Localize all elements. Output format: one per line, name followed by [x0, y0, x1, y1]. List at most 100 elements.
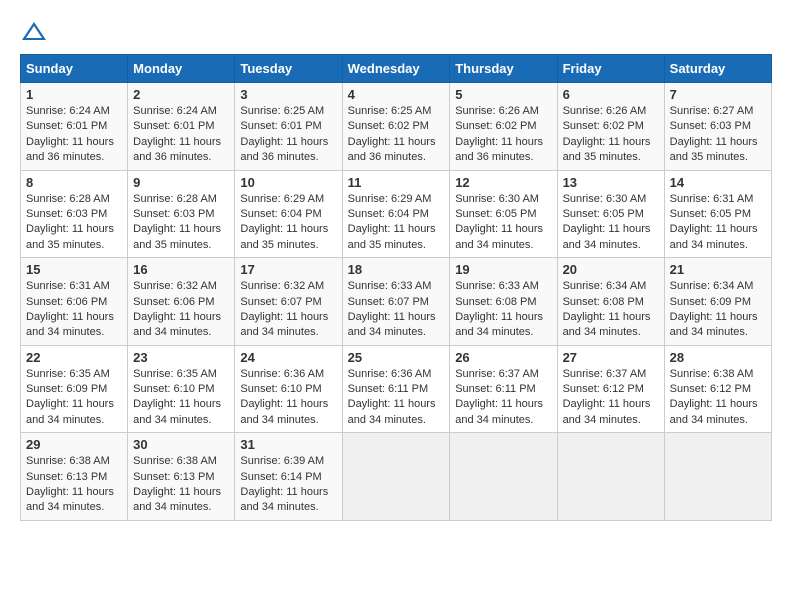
day-number: 19: [455, 262, 551, 277]
day-info: Sunrise: 6:38 AMSunset: 6:13 PMDaylight:…: [26, 454, 122, 516]
logo-icon: [20, 20, 48, 44]
calendar-body: 1 Sunrise: 6:24 AMSunset: 6:01 PMDaylight…: [21, 83, 772, 521]
calendar-cell: 1 Sunrise: 6:24 AMSunset: 6:01 PMDaylight…: [21, 83, 128, 171]
day-number: 11: [348, 175, 445, 190]
day-number: 24: [240, 350, 336, 365]
calendar-cell: 22 Sunrise: 6:35 AMSunset: 6:09 PMDayligh…: [21, 345, 128, 433]
calendar-cell: 5 Sunrise: 6:26 AMSunset: 6:02 PMDaylight…: [450, 83, 557, 171]
calendar-cell: 26 Sunrise: 6:37 AMSunset: 6:11 PMDayligh…: [450, 345, 557, 433]
day-number: 1: [26, 87, 122, 102]
weekday-header-row: SundayMondayTuesdayWednesdayThursdayFrid…: [21, 55, 772, 83]
day-info: Sunrise: 6:28 AMSunset: 6:03 PMDaylight:…: [133, 192, 229, 254]
calendar-week-4: 22 Sunrise: 6:35 AMSunset: 6:09 PMDayligh…: [21, 345, 772, 433]
calendar-week-2: 8Sunrise: 6:28 AMSunset: 6:03 PMDaylight…: [21, 170, 772, 258]
day-info: Sunrise: 6:38 AMSunset: 6:13 PMDaylight:…: [133, 454, 229, 516]
calendar-header: SundayMondayTuesdayWednesdayThursdayFrid…: [21, 55, 772, 83]
day-number: 25: [348, 350, 445, 365]
calendar-cell: 27 Sunrise: 6:37 AMSunset: 6:12 PMDayligh…: [557, 345, 664, 433]
day-info: Sunrise: 6:28 AMSunset: 6:03 PMDaylight:…: [26, 192, 122, 254]
day-info: Sunrise: 6:27 AMSunset: 6:03 PMDaylight:…: [670, 104, 766, 166]
calendar-cell: 2Sunrise: 6:24 AMSunset: 6:01 PMDaylight…: [128, 83, 235, 171]
day-info: Sunrise: 6:29 AMSunset: 6:04 PMDaylight:…: [240, 192, 336, 254]
day-number: 30: [133, 437, 229, 452]
day-number: 13: [563, 175, 659, 190]
day-number: 26: [455, 350, 551, 365]
calendar-cell: 29 Sunrise: 6:38 AMSunset: 6:13 PMDayligh…: [21, 433, 128, 521]
day-info: Sunrise: 6:37 AMSunset: 6:12 PMDaylight:…: [563, 367, 659, 429]
day-info: Sunrise: 6:30 AMSunset: 6:05 PMDaylight:…: [455, 192, 551, 254]
day-number: 7: [670, 87, 766, 102]
day-number: 20: [563, 262, 659, 277]
weekday-header-monday: Monday: [128, 55, 235, 83]
day-number: 18: [348, 262, 445, 277]
calendar-cell: [664, 433, 771, 521]
day-number: 4: [348, 87, 445, 102]
day-info: Sunrise: 6:32 AMSunset: 6:06 PMDaylight:…: [133, 279, 229, 341]
day-info: Sunrise: 6:26 AMSunset: 6:02 PMDaylight:…: [455, 104, 551, 166]
day-info: Sunrise: 6:24 AMSunset: 6:01 PMDaylight:…: [26, 104, 122, 166]
day-info: Sunrise: 6:32 AMSunset: 6:07 PMDaylight:…: [240, 279, 336, 341]
day-info: Sunrise: 6:25 AMSunset: 6:01 PMDaylight:…: [240, 104, 336, 166]
page-header: [20, 20, 772, 44]
day-number: 6: [563, 87, 659, 102]
day-number: 14: [670, 175, 766, 190]
day-number: 17: [240, 262, 336, 277]
day-info: Sunrise: 6:39 AMSunset: 6:14 PMDaylight:…: [240, 454, 336, 516]
day-info: Sunrise: 6:30 AMSunset: 6:05 PMDaylight:…: [563, 192, 659, 254]
day-number: 3: [240, 87, 336, 102]
day-info: Sunrise: 6:36 AMSunset: 6:11 PMDaylight:…: [348, 367, 445, 429]
weekday-header-saturday: Saturday: [664, 55, 771, 83]
calendar-cell: 24 Sunrise: 6:36 AMSunset: 6:10 PMDayligh…: [235, 345, 342, 433]
day-info: Sunrise: 6:33 AMSunset: 6:08 PMDaylight:…: [455, 279, 551, 341]
day-number: 5: [455, 87, 551, 102]
day-info: Sunrise: 6:26 AMSunset: 6:02 PMDaylight:…: [563, 104, 659, 166]
calendar-cell: 19 Sunrise: 6:33 AMSunset: 6:08 PMDayligh…: [450, 258, 557, 346]
calendar-cell: 20 Sunrise: 6:34 AMSunset: 6:08 PMDayligh…: [557, 258, 664, 346]
calendar-cell: 30 Sunrise: 6:38 AMSunset: 6:13 PMDayligh…: [128, 433, 235, 521]
day-number: 22: [26, 350, 122, 365]
calendar-cell: 7 Sunrise: 6:27 AMSunset: 6:03 PMDaylight…: [664, 83, 771, 171]
calendar-cell: 13 Sunrise: 6:30 AMSunset: 6:05 PMDayligh…: [557, 170, 664, 258]
calendar-cell: 4 Sunrise: 6:25 AMSunset: 6:02 PMDaylight…: [342, 83, 450, 171]
day-info: Sunrise: 6:37 AMSunset: 6:11 PMDaylight:…: [455, 367, 551, 429]
calendar-cell: 9 Sunrise: 6:28 AMSunset: 6:03 PMDaylight…: [128, 170, 235, 258]
calendar-cell: 14Sunrise: 6:31 AMSunset: 6:05 PMDayligh…: [664, 170, 771, 258]
day-number: 12: [455, 175, 551, 190]
weekday-header-wednesday: Wednesday: [342, 55, 450, 83]
day-number: 16: [133, 262, 229, 277]
calendar-cell: [450, 433, 557, 521]
day-number: 2: [133, 87, 229, 102]
calendar-cell: 10Sunrise: 6:29 AMSunset: 6:04 PMDayligh…: [235, 170, 342, 258]
day-number: 9: [133, 175, 229, 190]
calendar-cell: 3 Sunrise: 6:25 AMSunset: 6:01 PMDaylight…: [235, 83, 342, 171]
logo: [20, 20, 52, 44]
day-number: 27: [563, 350, 659, 365]
calendar-cell: 16 Sunrise: 6:32 AMSunset: 6:06 PMDayligh…: [128, 258, 235, 346]
calendar-week-3: 15 Sunrise: 6:31 AMSunset: 6:06 PMDayligh…: [21, 258, 772, 346]
day-info: Sunrise: 6:31 AMSunset: 6:06 PMDaylight:…: [26, 279, 122, 341]
day-info: Sunrise: 6:35 AMSunset: 6:09 PMDaylight:…: [26, 367, 122, 429]
day-info: Sunrise: 6:38 AMSunset: 6:12 PMDaylight:…: [670, 367, 766, 429]
calendar-cell: [557, 433, 664, 521]
day-number: 15: [26, 262, 122, 277]
weekday-header-friday: Friday: [557, 55, 664, 83]
calendar-cell: 25 Sunrise: 6:36 AMSunset: 6:11 PMDayligh…: [342, 345, 450, 433]
day-info: Sunrise: 6:34 AMSunset: 6:09 PMDaylight:…: [670, 279, 766, 341]
calendar-cell: 8Sunrise: 6:28 AMSunset: 6:03 PMDaylight…: [21, 170, 128, 258]
calendar-week-1: 1 Sunrise: 6:24 AMSunset: 6:01 PMDaylight…: [21, 83, 772, 171]
calendar-cell: 17 Sunrise: 6:32 AMSunset: 6:07 PMDayligh…: [235, 258, 342, 346]
calendar-cell: 28 Sunrise: 6:38 AMSunset: 6:12 PMDayligh…: [664, 345, 771, 433]
calendar-cell: 31 Sunrise: 6:39 AMSunset: 6:14 PMDayligh…: [235, 433, 342, 521]
day-number: 29: [26, 437, 122, 452]
day-info: Sunrise: 6:29 AMSunset: 6:04 PMDaylight:…: [348, 192, 445, 254]
calendar-cell: 11 Sunrise: 6:29 AMSunset: 6:04 PMDayligh…: [342, 170, 450, 258]
calendar-week-5: 29 Sunrise: 6:38 AMSunset: 6:13 PMDayligh…: [21, 433, 772, 521]
day-info: Sunrise: 6:34 AMSunset: 6:08 PMDaylight:…: [563, 279, 659, 341]
calendar-cell: [342, 433, 450, 521]
day-info: Sunrise: 6:36 AMSunset: 6:10 PMDaylight:…: [240, 367, 336, 429]
calendar-cell: 23Sunrise: 6:35 AMSunset: 6:10 PMDayligh…: [128, 345, 235, 433]
day-info: Sunrise: 6:25 AMSunset: 6:02 PMDaylight:…: [348, 104, 445, 166]
day-number: 31: [240, 437, 336, 452]
calendar-cell: 12 Sunrise: 6:30 AMSunset: 6:05 PMDayligh…: [450, 170, 557, 258]
day-number: 28: [670, 350, 766, 365]
